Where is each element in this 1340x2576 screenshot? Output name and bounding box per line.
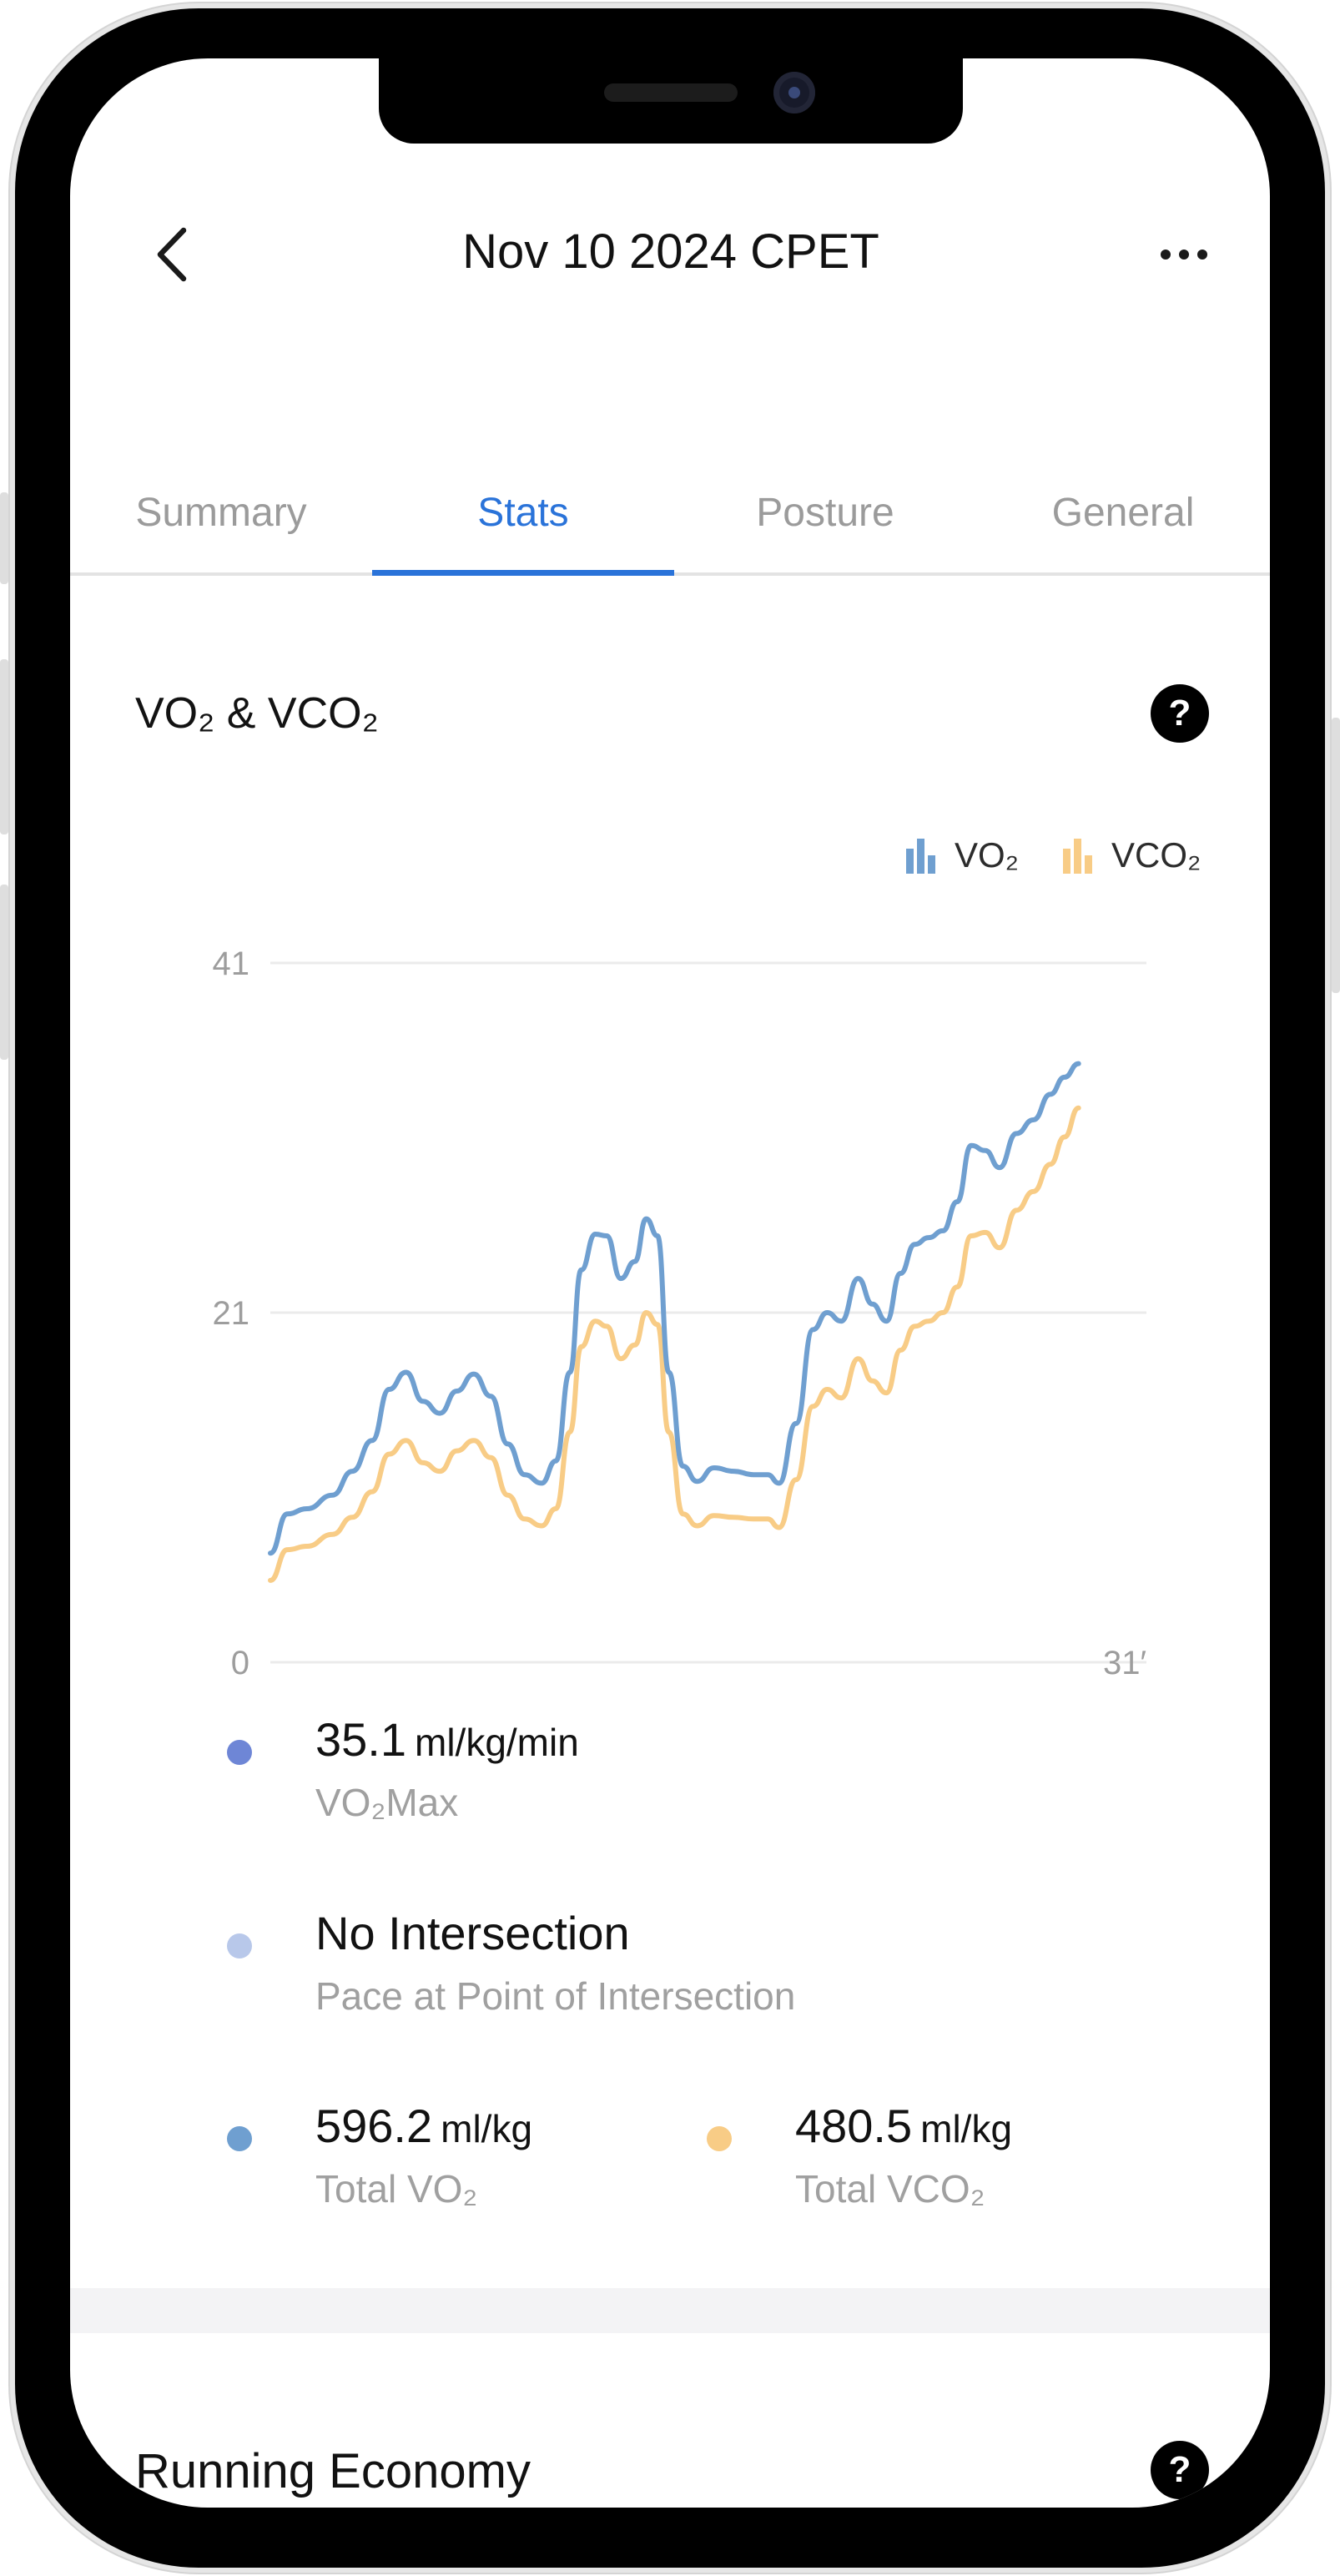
front-camera <box>773 72 815 113</box>
ellipsis-icon <box>1161 250 1207 260</box>
total-vo2-value: 596.2 <box>315 2100 433 2152</box>
phone-side-button <box>1332 718 1340 993</box>
phone-side-button <box>0 885 8 1060</box>
running-economy-title: Running Economy <box>135 2444 531 2498</box>
vo2max-value-row: 35.1 ml/kg/min <box>315 1711 579 1772</box>
total-vco2-value-row: 480.5 ml/kg <box>795 2097 1012 2158</box>
legend-label-vo2: VO₂ <box>955 835 1019 875</box>
vo2max-dot <box>227 1740 252 1765</box>
total-vo2-dot <box>227 2126 252 2151</box>
more-options-button[interactable] <box>1138 209 1230 300</box>
total-vco2-dot <box>707 2126 732 2151</box>
y-tick-label: 21 <box>213 1295 250 1332</box>
chevron-left-icon <box>157 227 187 282</box>
help-icon[interactable]: ? <box>1151 2441 1209 2499</box>
legend-item-vco2: VCO₂ <box>1061 830 1201 880</box>
total-vco2-value: 480.5 <box>795 2100 913 2152</box>
series-layer <box>268 1061 1081 1583</box>
vo2-vco2-line-chart: 41 21 0 31′ <box>213 945 1146 1681</box>
speaker-grille <box>604 83 738 102</box>
tab-general[interactable]: General <box>976 451 1270 576</box>
total-vo2-value-row: 596.2 ml/kg <box>315 2097 532 2158</box>
series-line-vco2 <box>268 1105 1081 1583</box>
legend-label-vco2: VCO₂ <box>1111 835 1201 875</box>
bar-chart-icon <box>1063 839 1092 874</box>
section-divider <box>70 2288 1270 2333</box>
bar-chart-icon <box>906 839 935 874</box>
vo2max-label: VO₂Max <box>315 1781 459 1824</box>
help-icon[interactable]: ? <box>1151 684 1209 743</box>
y-tick-label: 41 <box>213 945 250 982</box>
page-title: Nov 10 2024 CPET <box>462 224 879 279</box>
tab-stats[interactable]: Stats <box>372 451 674 576</box>
y-tick-label: 0 <box>231 1645 249 1681</box>
vo2max-value: 35.1 <box>315 1713 406 1766</box>
intersection-value: No Intersection <box>315 1907 630 1959</box>
intersection-dot <box>227 1933 252 1958</box>
intersection-label: Pace at Point of Intersection <box>315 1974 796 2018</box>
tab-posture[interactable]: Posture <box>674 451 976 576</box>
total-vco2-unit: ml/kg <box>920 2107 1013 2150</box>
legend-item-vo2: VO₂ <box>904 830 1019 880</box>
app-screen: Nov 10 2024 CPET Summary Stats Posture G… <box>70 58 1270 2508</box>
total-vo2-label: Total VO₂ <box>315 2167 478 2211</box>
back-button[interactable] <box>144 209 202 300</box>
notch <box>379 58 963 144</box>
tab-summary[interactable]: Summary <box>70 451 372 576</box>
section-title: VO₂ & VCO₂ <box>135 689 379 738</box>
phone-side-button <box>0 659 8 834</box>
phone-side-button <box>0 492 8 584</box>
x-end-label: 31′ <box>1103 1645 1146 1681</box>
vo2max-unit: ml/kg/min <box>415 1721 579 1764</box>
total-vo2-unit: ml/kg <box>441 2107 533 2150</box>
tab-bar: Summary Stats Posture General <box>70 451 1270 576</box>
total-vco2-label: Total VCO₂ <box>795 2167 985 2211</box>
